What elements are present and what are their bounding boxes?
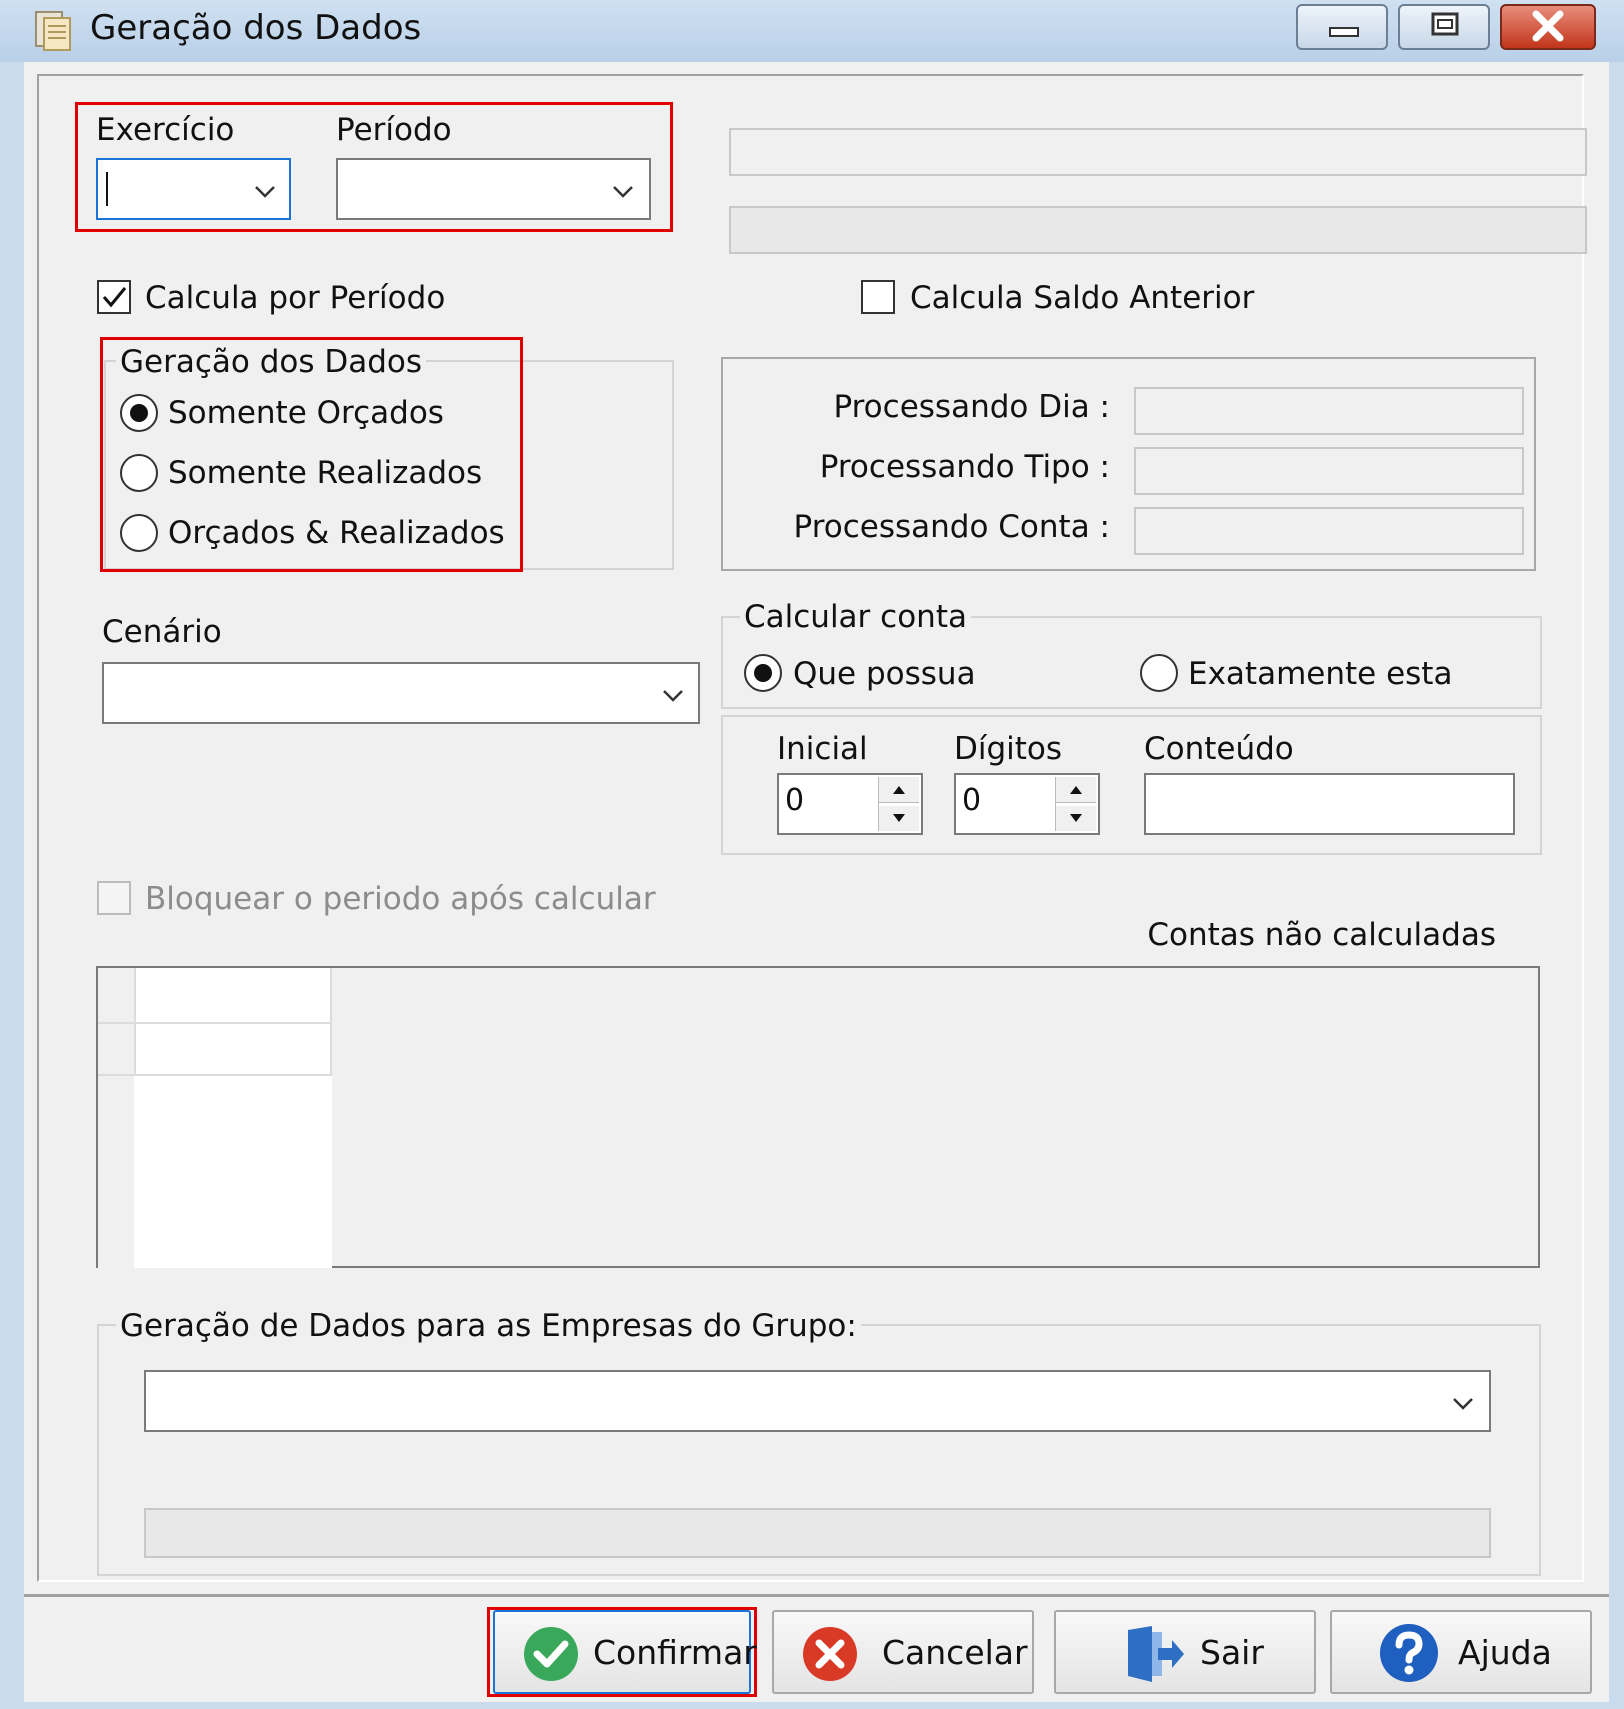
title-bar: Geração dos Dados <box>0 0 1624 62</box>
minimize-button[interactable] <box>1296 4 1388 50</box>
orcados-realizados-label: Orçados & Realizados <box>168 515 505 551</box>
maximize-icon <box>1431 12 1459 36</box>
periodo-combo[interactable] <box>336 158 651 220</box>
calcular-conta-title: Calcular conta <box>740 597 971 637</box>
arrow-up-icon <box>1070 786 1082 794</box>
progress-bar-top <box>729 206 1587 254</box>
somente-realizados-label: Somente Realizados <box>168 455 483 491</box>
spin-down-button[interactable] <box>1056 806 1096 831</box>
progress-bar-bottom <box>144 1508 1491 1558</box>
processando-dia-field <box>1134 387 1524 435</box>
processando-tipo-field <box>1134 447 1524 495</box>
grid-row[interactable] <box>98 968 332 1024</box>
check-icon <box>524 1627 578 1681</box>
conteudo-field[interactable] <box>1144 773 1515 835</box>
calcula-por-periodo-label: Calcula por Período <box>145 280 446 316</box>
app-icon <box>35 11 71 51</box>
exercicio-label: Exercício <box>96 112 235 148</box>
inicial-spinner[interactable]: 0 <box>777 773 923 835</box>
processando-conta-label: Processando Conta : <box>793 509 1110 545</box>
confirmar-button[interactable]: Confirmar <box>493 1610 757 1694</box>
close-icon <box>1532 10 1564 42</box>
somente-orcados-label: Somente Orçados <box>168 395 444 431</box>
footer-separator <box>24 1594 1609 1597</box>
sair-button[interactable]: Sair <box>1054 1610 1316 1694</box>
conteudo-label: Conteúdo <box>1144 731 1294 767</box>
processando-conta-field <box>1134 507 1524 555</box>
radio-somente-orcados[interactable] <box>120 394 158 432</box>
spin-down-button[interactable] <box>879 806 919 831</box>
empresas-group-title: Geração de Dados para as Empresas do Gru… <box>116 1306 861 1346</box>
dialog-window: Geração dos Dados Exercício Período Calc… <box>0 0 1624 1709</box>
digitos-spinner[interactable]: 0 <box>954 773 1100 835</box>
maximize-button[interactable] <box>1398 4 1490 50</box>
ajuda-button[interactable]: Ajuda <box>1330 1610 1592 1694</box>
chevron-down-icon[interactable] <box>612 180 634 202</box>
contas-grid[interactable] <box>96 966 1540 1268</box>
minimize-icon <box>1329 27 1359 37</box>
spin-up-button[interactable] <box>1056 777 1096 803</box>
periodo-label: Período <box>336 112 452 148</box>
cenario-label: Cenário <box>102 614 222 650</box>
inicial-spinner-buttons <box>878 777 919 831</box>
arrow-up-icon <box>893 786 905 794</box>
exatamente-esta-label: Exatamente esta <box>1188 656 1453 692</box>
calcula-saldo-anterior-label: Calcula Saldo Anterior <box>910 280 1255 316</box>
chevron-down-icon[interactable] <box>662 684 684 706</box>
inicial-label: Inicial <box>777 731 868 767</box>
confirmar-label: Confirmar <box>593 1633 757 1672</box>
calcula-por-periodo-checkbox[interactable] <box>97 280 131 314</box>
spin-up-button[interactable] <box>879 777 919 803</box>
processando-dia-label: Processando Dia : <box>833 389 1110 425</box>
grid-row[interactable] <box>98 1024 332 1076</box>
text-caret <box>106 172 108 206</box>
radio-exatamente-esta[interactable] <box>1140 654 1178 692</box>
digitos-value: 0 <box>962 783 982 818</box>
empresas-combo[interactable] <box>144 1370 1491 1432</box>
checkmark-icon <box>102 287 127 308</box>
chevron-down-icon[interactable] <box>254 180 276 202</box>
que-possua-label: Que possua <box>793 656 976 692</box>
cancelar-label: Cancelar <box>882 1633 1028 1672</box>
status-field-1 <box>729 128 1587 176</box>
sair-label: Sair <box>1200 1633 1264 1672</box>
digitos-spinner-buttons <box>1055 777 1096 831</box>
window-title: Geração dos Dados <box>90 8 422 48</box>
geracao-group-title: Geração dos Dados <box>116 342 427 382</box>
radio-que-possua[interactable] <box>744 654 782 692</box>
close-button[interactable] <box>1500 4 1596 50</box>
processando-tipo-label: Processando Tipo : <box>819 449 1110 485</box>
cenario-combo[interactable] <box>102 662 700 724</box>
ajuda-label: Ajuda <box>1458 1633 1552 1672</box>
cancelar-button[interactable]: Cancelar <box>772 1610 1034 1694</box>
chevron-down-icon[interactable] <box>1452 1392 1474 1414</box>
exercicio-combo[interactable] <box>96 158 291 220</box>
inicial-value: 0 <box>785 783 805 818</box>
help-icon <box>1380 1624 1438 1682</box>
bloquear-label: Bloquear o periodo após calcular <box>145 881 656 917</box>
arrow-down-icon <box>893 814 905 822</box>
bloquear-checkbox[interactable] <box>97 881 131 915</box>
radio-somente-realizados[interactable] <box>120 454 158 492</box>
arrow-down-icon <box>1070 814 1082 822</box>
radio-orcados-realizados[interactable] <box>120 514 158 552</box>
contas-nao-calculadas-label: Contas não calculadas <box>1147 917 1496 953</box>
calcula-saldo-anterior-checkbox[interactable] <box>861 280 895 314</box>
exit-door-icon <box>1128 1626 1184 1682</box>
x-circle-icon <box>803 1627 857 1681</box>
digitos-label: Dígitos <box>954 731 1063 767</box>
